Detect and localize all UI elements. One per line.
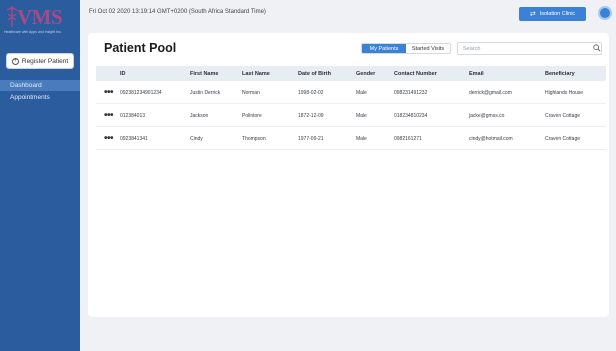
- column-header-gender[interactable]: Gender: [356, 66, 375, 81]
- row-actions-icon[interactable]: •••: [104, 104, 114, 127]
- cell-gender: Male: [356, 135, 367, 142]
- cell-last-name: Thompson: [242, 135, 266, 142]
- topbar: Fri Oct 02 2020 13:19:14 GMT+0200 (South…: [80, 0, 616, 29]
- sidebar-item-label: Appointments: [10, 94, 50, 101]
- search-icon[interactable]: [593, 44, 601, 52]
- cell-date-of-birth: 1872-12-09: [298, 112, 324, 119]
- datetime-text: Fri Oct 02 2020 13:19:14 GMT+0200 (South…: [89, 9, 266, 15]
- clinic-switch-button[interactable]: ⇄ Isolation Clinic: [519, 7, 586, 21]
- cell-first-name: Justin Derrick: [190, 89, 221, 96]
- table-row[interactable]: ••• 012384013 Jackson Polintore 1872-12-…: [96, 104, 606, 127]
- table-row[interactable]: ••• 0923841341 Cindy Thompson 1977-09-21…: [96, 127, 606, 150]
- column-header-email[interactable]: Email: [469, 66, 484, 81]
- tab-started-visits[interactable]: Started Visits: [406, 44, 450, 53]
- row-actions-icon[interactable]: •••: [104, 127, 114, 150]
- cell-first-name: Jackson: [190, 112, 209, 119]
- column-header-date-of-birth[interactable]: Date of Birth: [298, 66, 331, 81]
- logo-text: VMS: [17, 5, 63, 29]
- cell-beneficiary: Craven Cottage: [545, 135, 581, 142]
- cell-contact-number: 018234810234: [394, 112, 428, 119]
- search-input[interactable]: [457, 42, 602, 55]
- tab-my-patients[interactable]: My Patients: [362, 44, 406, 53]
- cell-last-name: Polintore: [242, 112, 262, 119]
- page-title: Patient Pool: [104, 41, 177, 55]
- cell-email: cindy@hotmail.com: [469, 135, 513, 142]
- cell-date-of-birth: 1998-02-02: [298, 89, 324, 96]
- register-patient-button[interactable]: + Register Patient: [6, 53, 74, 69]
- column-header-beneficiary[interactable]: Beneficiary: [545, 66, 575, 81]
- cell-email: derrick@gmail.com: [469, 89, 512, 96]
- table-header: ID First Name Last Name Date of Birth Ge…: [96, 66, 606, 81]
- cell-beneficiary: Craven Cottage: [545, 112, 581, 119]
- logo[interactable]: VMS Healthcare with Apps and Insight Inc…: [3, 6, 77, 44]
- cell-beneficiary: Highlands House: [545, 89, 584, 96]
- column-header-id[interactable]: ID: [120, 66, 126, 81]
- cell-gender: Male: [356, 112, 367, 119]
- cell-id: 0923841341: [120, 135, 148, 142]
- sidebar-item-appointments[interactable]: Appointments: [0, 92, 80, 103]
- cell-date-of-birth: 1977-09-21: [298, 135, 324, 142]
- shuffle-icon: ⇄: [529, 10, 536, 18]
- cell-last-name: Norman: [242, 89, 260, 96]
- sidebar-item-label: Dashboard: [10, 82, 42, 89]
- sidebar: VMS Healthcare with Apps and Insight Inc…: [0, 0, 80, 351]
- row-actions-icon[interactable]: •••: [104, 81, 114, 104]
- avatar[interactable]: [598, 6, 612, 20]
- column-header-first-name[interactable]: First Name: [190, 66, 218, 81]
- column-header-contact-number[interactable]: Contact Number: [394, 66, 437, 81]
- table-row[interactable]: ••• 092381234901234 Justin Derrick Norma…: [96, 81, 606, 104]
- logo-tagline: Healthcare with Apps and Insight Inc.: [4, 30, 62, 34]
- cell-id: 012384013: [120, 112, 146, 119]
- register-patient-label: Register Patient: [21, 57, 69, 65]
- cell-email: jacke@gmss.co: [469, 112, 505, 119]
- clinic-label: Isolation Clinic: [539, 11, 576, 17]
- patient-tabs: My Patients Started Visits: [361, 43, 451, 54]
- cell-contact-number: 0982161271: [394, 135, 422, 142]
- cell-id: 092381234901234: [120, 89, 162, 96]
- patient-pool-card: Patient Pool My Patients Started Visits …: [88, 33, 609, 317]
- cell-first-name: Cindy: [190, 135, 203, 142]
- plus-circle-icon: +: [11, 57, 19, 65]
- cell-gender: Male: [356, 89, 367, 96]
- cell-contact-number: 098231491232: [394, 89, 428, 96]
- column-header-last-name[interactable]: Last Name: [242, 66, 270, 81]
- sidebar-item-dashboard[interactable]: Dashboard: [0, 80, 80, 91]
